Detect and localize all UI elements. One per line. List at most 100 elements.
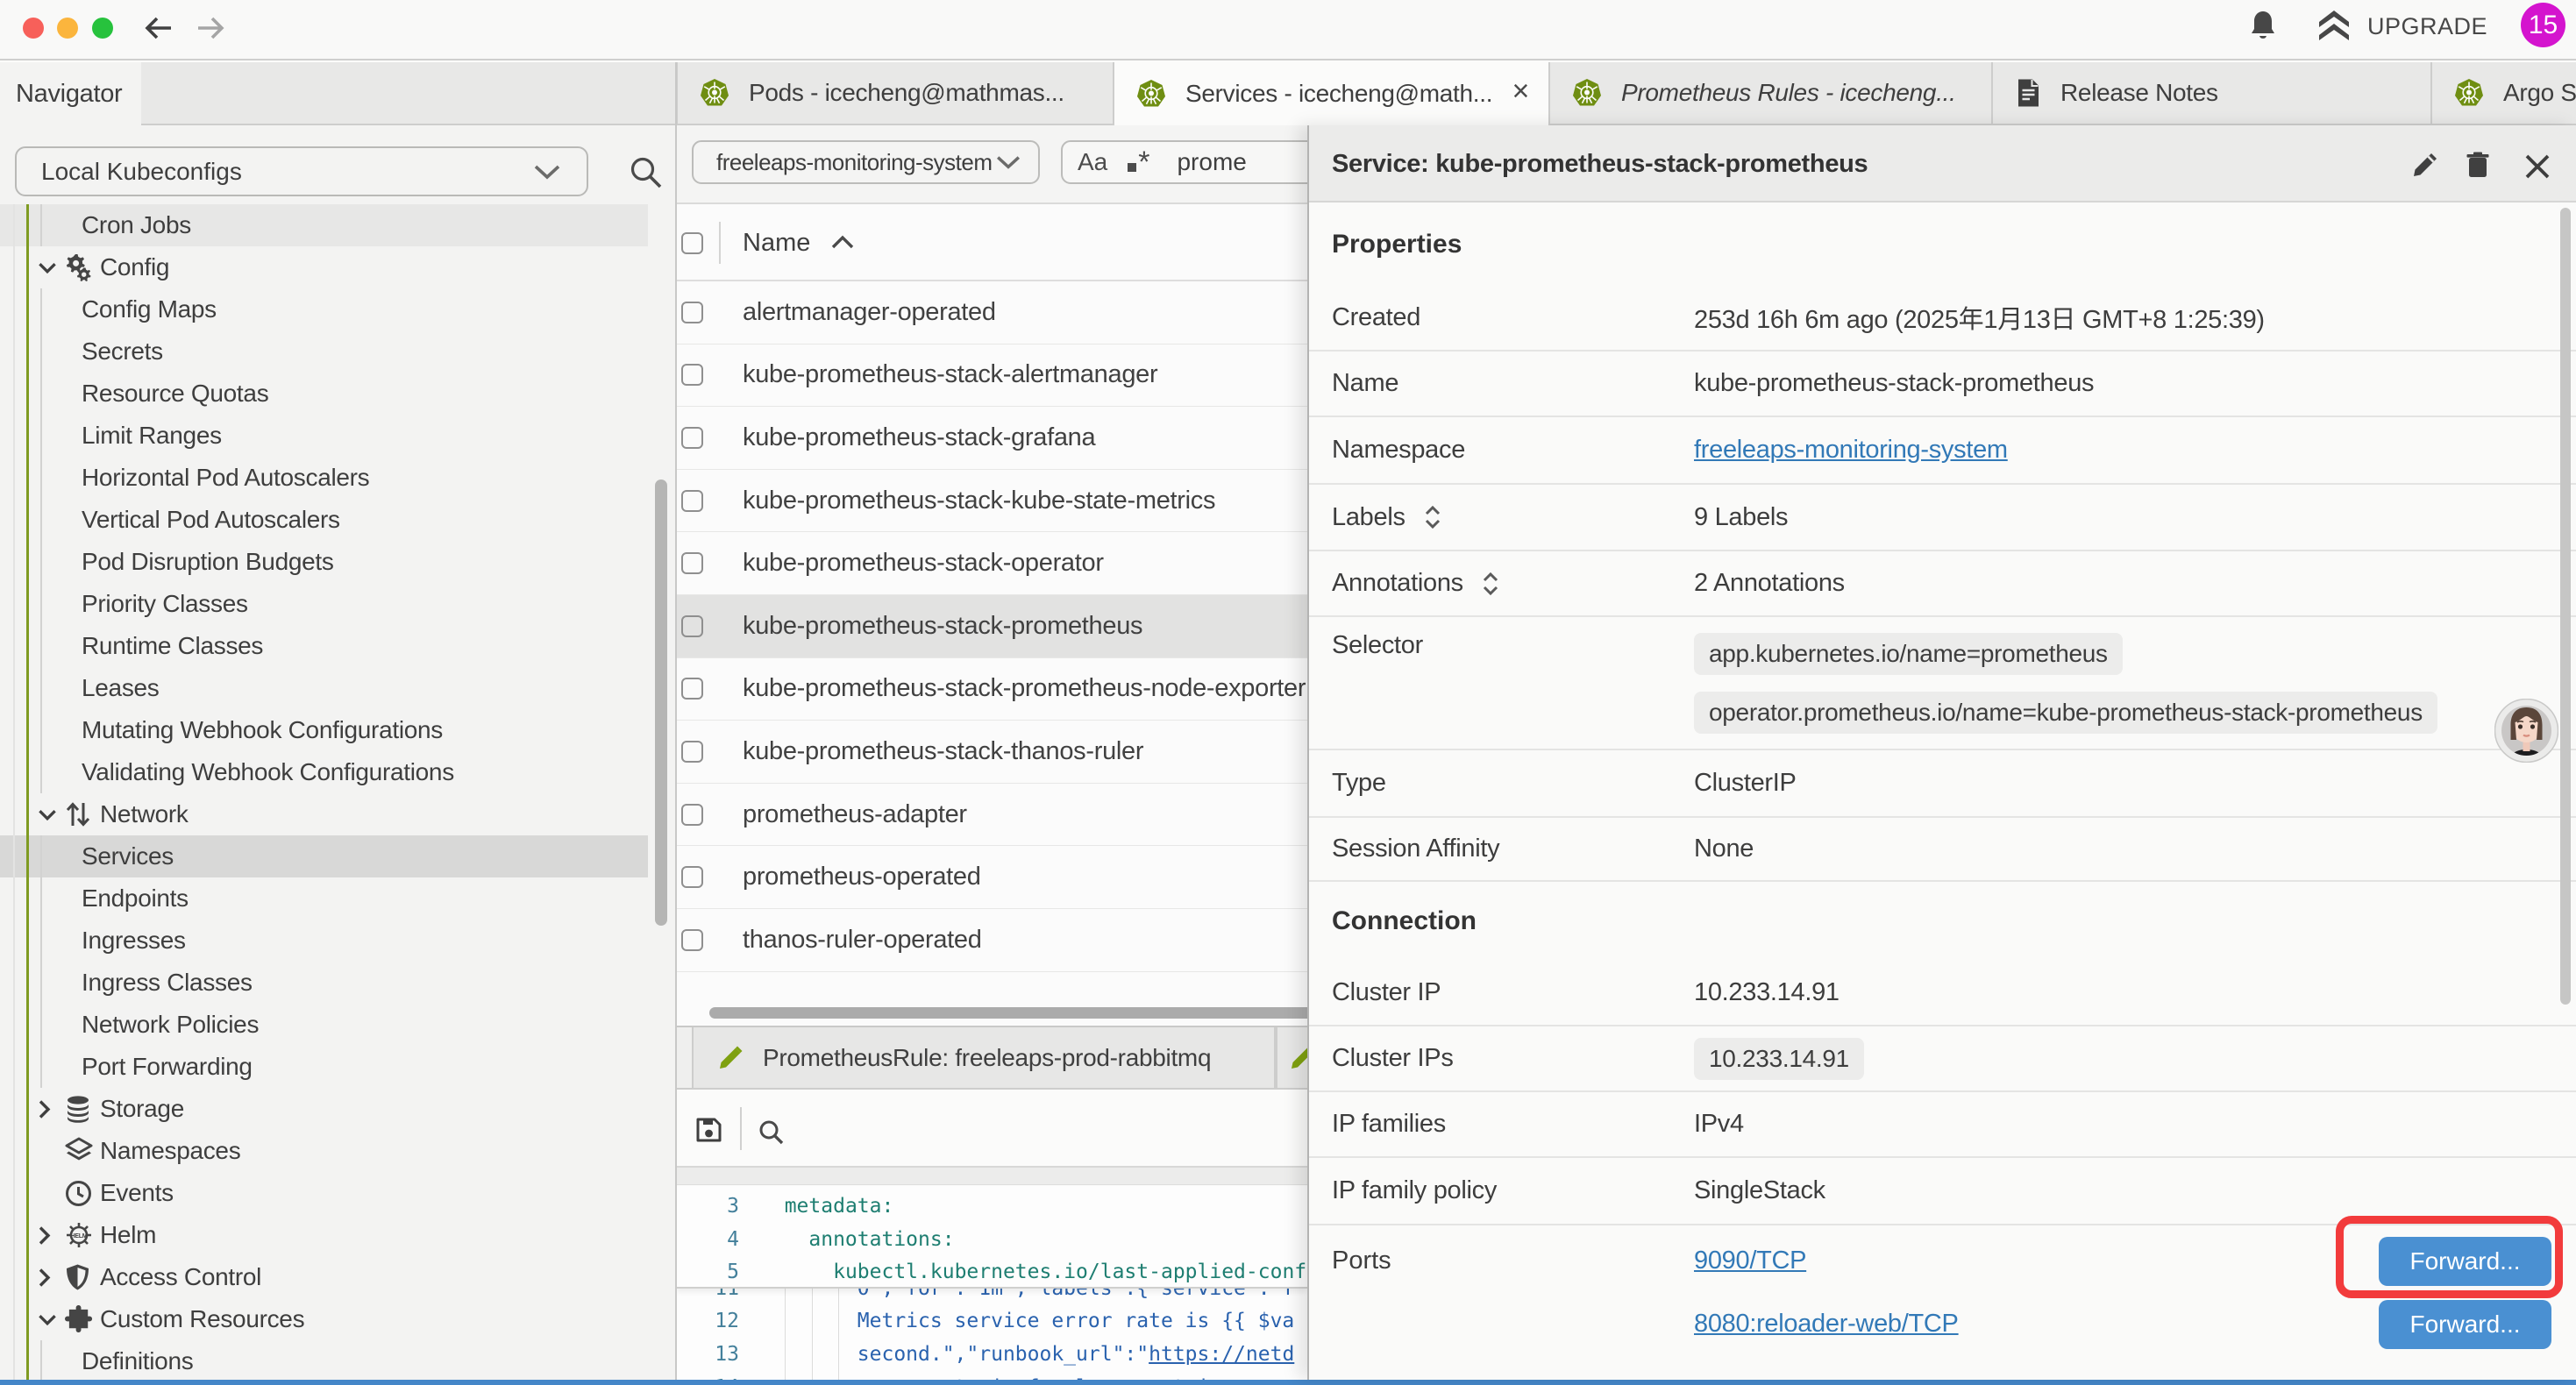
chevron-down-icon[interactable] [38,246,57,288]
namespace-link[interactable]: freeleaps-monitoring-system [1694,436,2008,465]
sidebar-item-port-forwarding[interactable]: Port Forwarding [0,1046,676,1088]
sidebar-item-events[interactable]: Events [0,1172,676,1214]
kubernetes-icon [1136,79,1166,109]
trash-icon[interactable] [2464,151,2492,179]
window-bottom-strip [0,1380,2576,1385]
detail-scrollbar[interactable] [2560,208,2571,1005]
row-checkbox[interactable] [681,302,703,323]
traffic-light-maximize-button[interactable] [92,18,113,39]
tab-close-icon[interactable]: × [1512,75,1529,109]
sidebar-item-leases[interactable]: Leases [0,667,676,709]
row-checkbox[interactable] [681,490,703,512]
forward-button[interactable]: Forward... [2379,1300,2551,1349]
navigator-search-icon[interactable] [628,154,665,191]
sidebar-item-ingresses[interactable]: Ingresses [0,920,676,962]
bell-icon[interactable] [2248,10,2278,41]
sidebar-item-validating-webhook-configurations[interactable]: Validating Webhook Configurations [0,751,676,793]
regex-toggle[interactable]: * [1128,146,1149,180]
property-value: IPv4 [1694,1092,1744,1156]
row-checkbox[interactable] [681,866,703,888]
match-case-toggle[interactable]: Aa [1078,148,1107,176]
tab-navigator[interactable]: Navigator [0,62,141,125]
property-row-annotations: Annotations2 Annotations [1309,551,2576,617]
port-link[interactable]: 8080:reloader-web/TCP [1694,1292,1959,1356]
code-line: 3 metadata: [677,1190,1307,1223]
sidebar-item-limit-ranges[interactable]: Limit Ranges [0,415,676,457]
traffic-light-minimize-button[interactable] [57,18,78,39]
traffic-light-close-button[interactable] [23,18,44,39]
column-header-name[interactable]: Name [743,204,810,281]
sidebar-item-mutating-webhook-configurations[interactable]: Mutating Webhook Configurations [0,709,676,751]
tab-services[interactable]: Services - icecheng@math...× [1114,62,1548,125]
chevron-right-icon[interactable] [38,1256,57,1298]
tab-prometheus[interactable]: Prometheus Rules - icecheng... [1550,62,1991,125]
port-link[interactable]: 9090/TCP [1694,1229,1806,1293]
sidebar-item-label: Horizontal Pod Autoscalers [82,464,369,492]
chevron-right-icon[interactable] [38,1130,57,1172]
upgrade-button[interactable]: UPGRADE [2316,9,2487,44]
close-icon[interactable] [2523,153,2551,181]
tab-pods[interactable]: Pods - icecheng@mathmas... [678,62,1113,125]
sidebar-item-ingress-classes[interactable]: Ingress Classes [0,962,676,1004]
select-all-checkbox[interactable] [681,232,703,254]
sort-ascending-icon[interactable] [829,234,856,250]
save-icon[interactable] [695,1117,722,1143]
tab-release[interactable]: Release Notes [1993,62,2430,125]
editor-tab-partial[interactable] [1276,1027,1307,1088]
sidebar-item-vertical-pod-autoscalers[interactable]: Vertical Pod Autoscalers [0,499,676,541]
expand-rows-icon[interactable] [1481,571,1500,597]
sidebar-item-storage[interactable]: Storage [0,1088,676,1130]
tree-scrollbar[interactable] [655,479,667,926]
sidebar-item-network[interactable]: Network [0,793,676,835]
sidebar-item-resource-quotas[interactable]: Resource Quotas [0,373,676,415]
chevron-down-icon[interactable] [38,1298,57,1340]
row-checkbox[interactable] [681,552,703,574]
sidebar-item-namespaces[interactable]: Namespaces [0,1130,676,1172]
row-checkbox[interactable] [681,427,703,449]
sidebar-item-config-maps[interactable]: Config Maps [0,288,676,330]
editor-tab-prometheusrule[interactable]: PrometheusRule: freeleaps-prod-rabbitmq [692,1027,1276,1088]
chevron-right-icon[interactable] [38,1214,57,1256]
sidebar-item-services[interactable]: Services [0,835,648,877]
sidebar-item-label: Events [100,1179,174,1207]
property-value[interactable]: freeleaps-monitoring-system [1694,417,2008,483]
chevron-right-icon[interactable] [38,1172,57,1214]
forward-arrow-icon[interactable] [196,14,224,42]
sidebar-item-label: Network [100,800,189,828]
row-checkbox[interactable] [681,678,703,700]
sidebar-item-priority-classes[interactable]: Priority Classes [0,583,676,625]
kubeconfig-select[interactable]: Local Kubeconfigs [15,146,588,196]
property-row-selector: Selectorapp.kubernetes.io/name=prometheu… [1309,617,2576,750]
detail-body: Properties Created253d 16h 6m ago (2025年… [1309,204,2576,1380]
sidebar-item-runtime-classes[interactable]: Runtime Classes [0,625,676,667]
sidebar-item-endpoints[interactable]: Endpoints [0,877,676,920]
row-checkbox[interactable] [681,741,703,763]
row-checkbox[interactable] [681,615,703,637]
chevron-right-icon[interactable] [38,1088,57,1130]
row-checkbox[interactable] [681,804,703,826]
editor-search-icon[interactable] [758,1119,784,1145]
user-avatar[interactable] [2494,699,2558,763]
value-chip: operator.prometheus.io/name=kube-prometh… [1694,692,2437,734]
sidebar-item-pod-disruption-budgets[interactable]: Pod Disruption Budgets [0,541,676,583]
chevron-down-icon[interactable] [38,793,57,835]
sidebar-item-custom-resources[interactable]: Custom Resources [0,1298,676,1340]
sidebar-item-cron-jobs[interactable]: Cron Jobs [0,204,648,246]
back-arrow-icon[interactable] [145,14,173,42]
sidebar-item-helm[interactable]: HELMHelm [0,1214,676,1256]
sidebar-item-secrets[interactable]: Secrets [0,330,676,373]
row-checkbox[interactable] [681,929,703,951]
sidebar-item-network-policies[interactable]: Network Policies [0,1004,676,1046]
notification-count-badge[interactable]: 15 [2521,3,2565,47]
code-viewport[interactable]: 11 0","for":"1m","labels":{"service":"f1… [677,1186,1307,1381]
tab-argo[interactable]: Argo Se [2432,62,2576,125]
sidebar-item-definitions[interactable]: Definitions [0,1340,676,1380]
edit-pencil-icon[interactable] [2411,151,2439,179]
sidebar-item-horizontal-pod-autoscalers[interactable]: Horizontal Pod Autoscalers [0,457,676,499]
sidebar-item-config[interactable]: Config [0,246,676,288]
expand-rows-icon[interactable] [1423,504,1442,530]
sidebar-item-access-control[interactable]: Access Control [0,1256,676,1298]
namespace-select[interactable]: freeleaps-monitoring-system [692,140,1040,184]
row-checkbox[interactable] [681,364,703,386]
sidebar-item-label: Network Policies [82,1011,259,1039]
